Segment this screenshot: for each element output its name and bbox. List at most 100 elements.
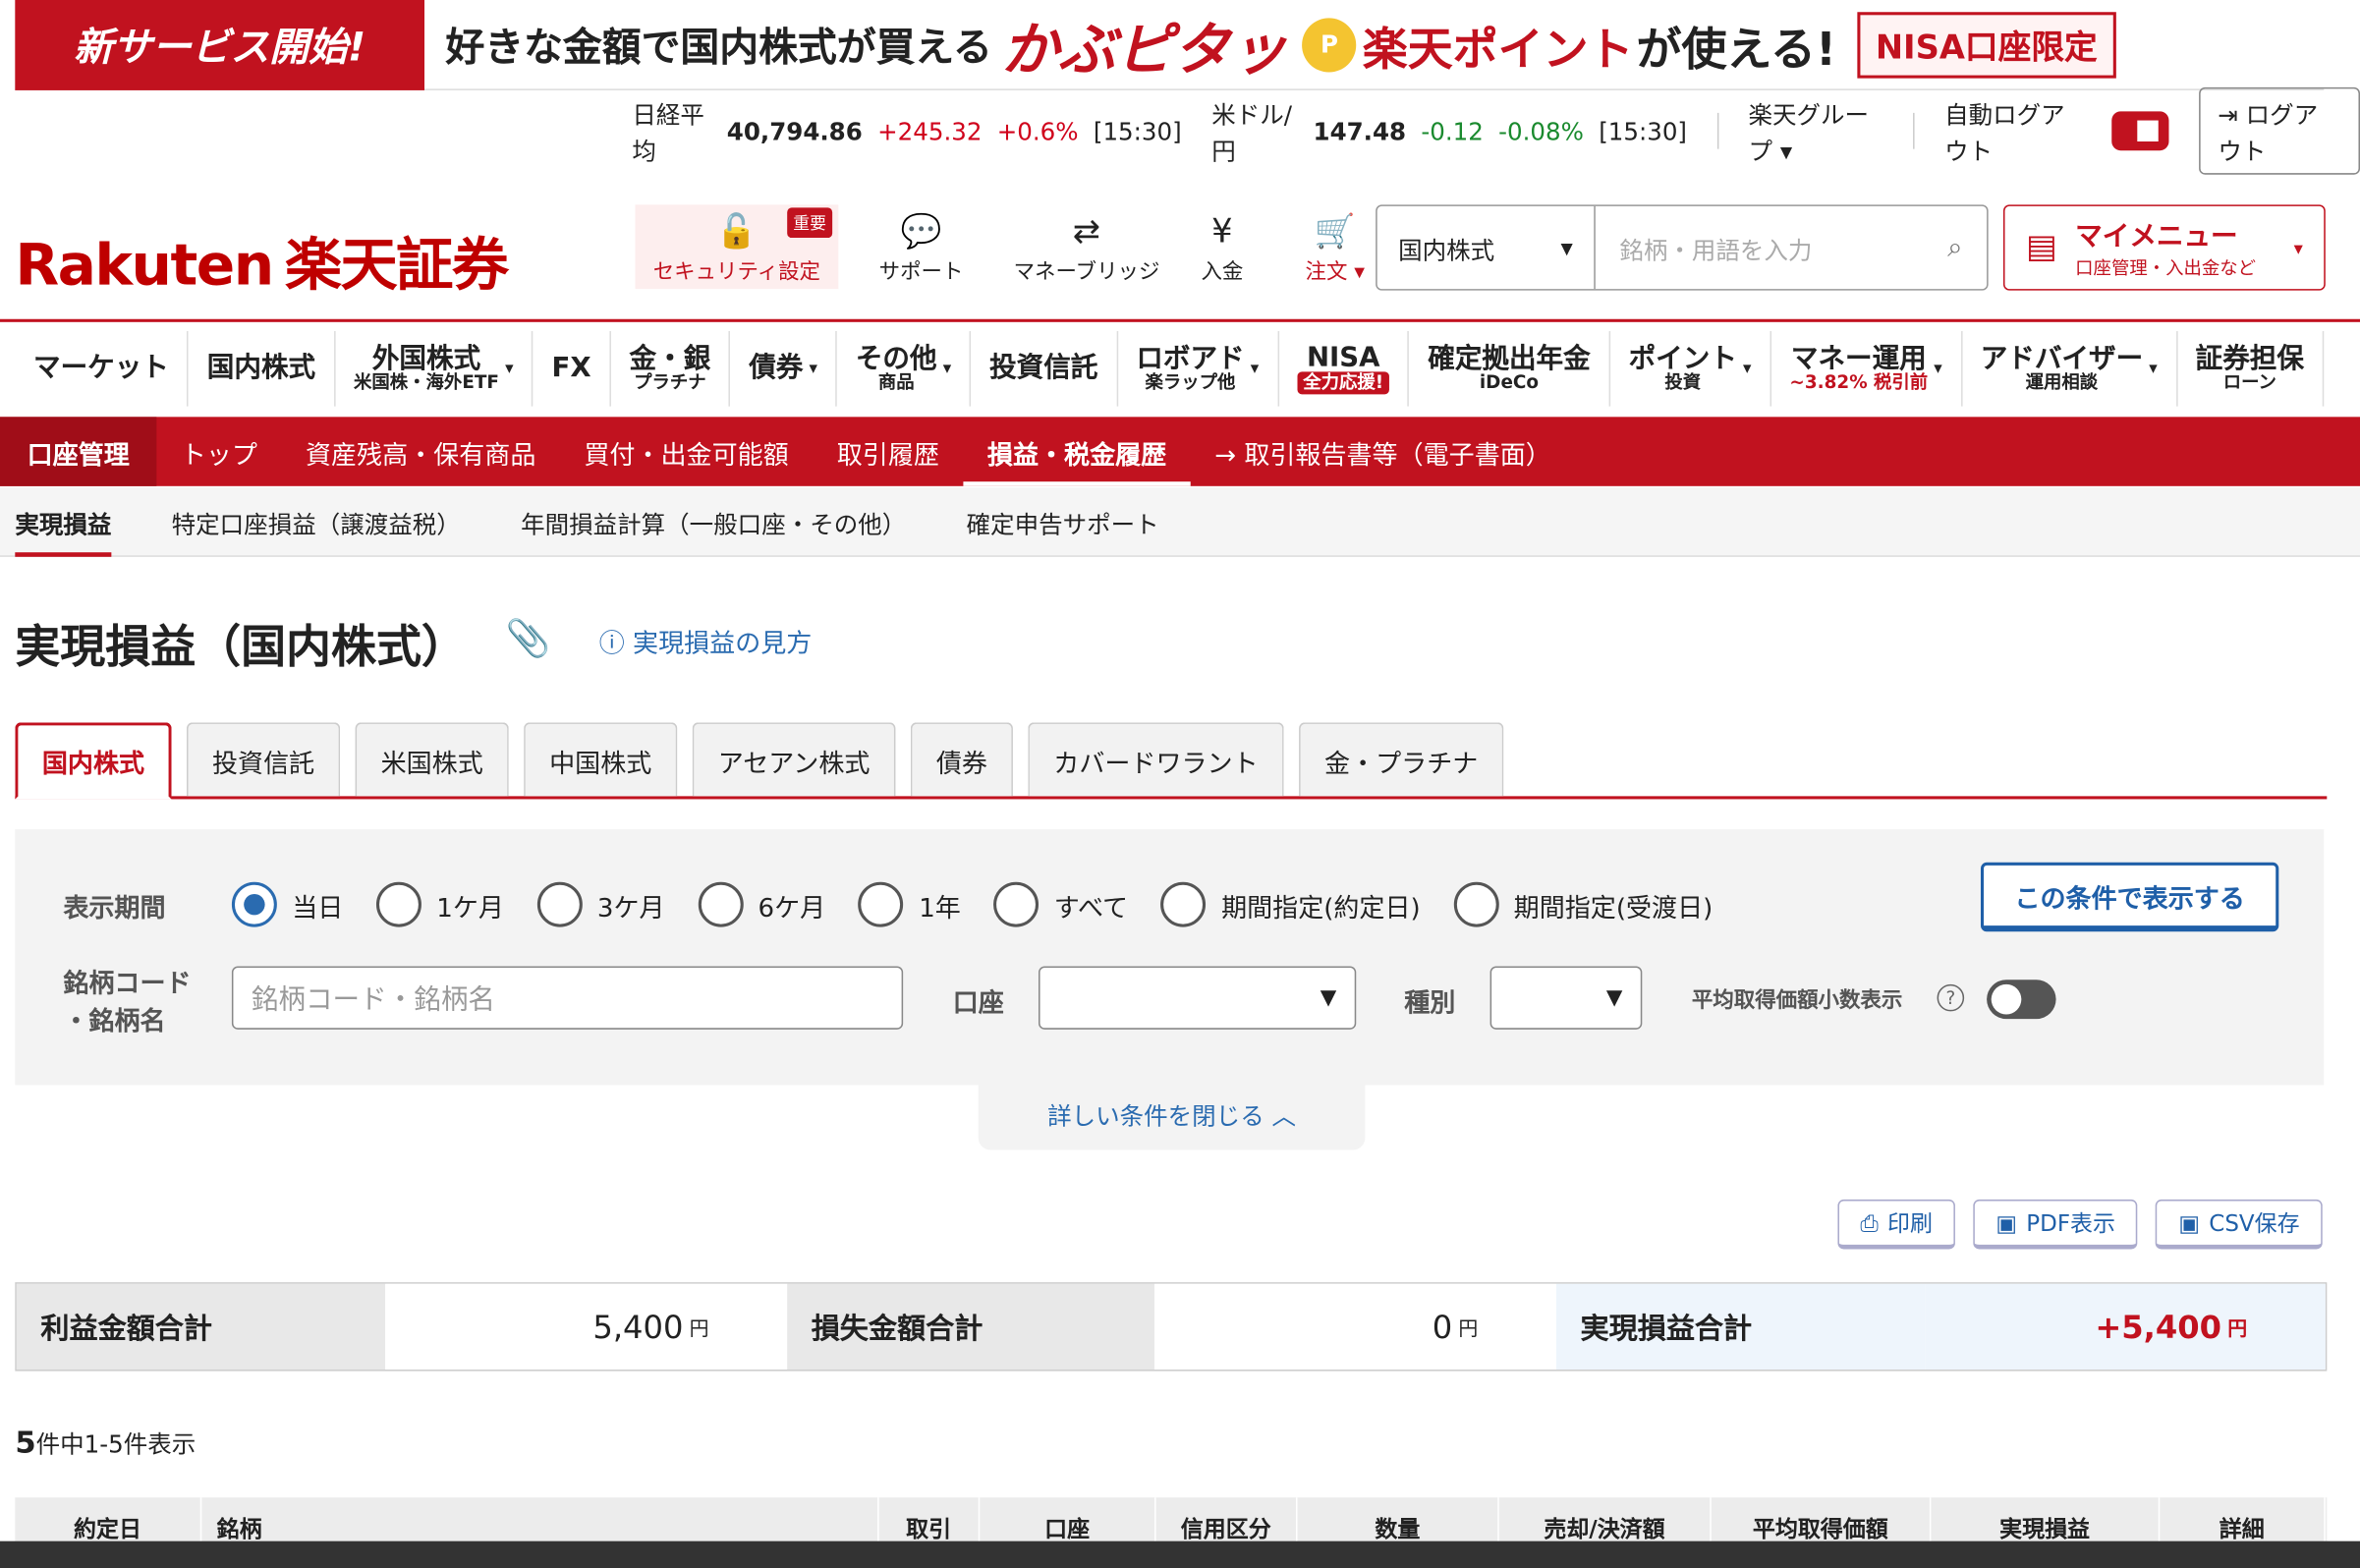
gnav-item-sub: ローン <box>2222 371 2276 394</box>
search-input[interactable]: 銘柄・用語を入力 <box>1596 230 1947 266</box>
gnav-item-sub: iDeCo <box>1479 371 1540 394</box>
important-badge: 重要 <box>787 207 833 239</box>
gnav-item-sub: プラチナ <box>634 371 706 394</box>
gnav-item-label: アドバイザー 運用相談 <box>1980 342 2144 394</box>
printer-icon: ⎙ <box>1860 1208 1879 1237</box>
chevron-down-icon: ▾ <box>1250 358 1260 378</box>
product-tab[interactable]: 米国株式 <box>355 722 509 797</box>
howto-link[interactable]: ⓘ 実現損益の見方 <box>599 622 813 659</box>
help-icon[interactable]: ? <box>1937 983 1965 1012</box>
gnav-item[interactable]: ポイント 投資 ▾ <box>1610 331 1771 407</box>
search-icon[interactable]: ⌕ <box>1947 232 1987 263</box>
security-settings-button[interactable]: 🔓 セキュリティ設定 重要 <box>635 204 839 290</box>
result-count: 5件中1-5件表示 <box>15 1424 197 1460</box>
gnav-item[interactable]: アドバイザー 運用相談 ▾ <box>1962 331 2177 407</box>
period-radio[interactable]: 当日 <box>231 881 343 927</box>
apply-filter-button[interactable]: この条件で表示する <box>1980 862 2279 932</box>
subnav-tab[interactable]: 年間損益計算（一般口座・その他） <box>490 487 935 556</box>
gnav-item[interactable]: 金・銀 プラチナ <box>611 331 731 407</box>
gnav-item-sub: ~3.82% 税引前 <box>1789 371 1929 394</box>
csv-button[interactable]: ▣ CSV保存 <box>2156 1199 2323 1250</box>
money-bridge-button[interactable]: ⇄ マネーブリッジ <box>1004 204 1170 289</box>
product-tab[interactable]: 金・プラチナ <box>1299 722 1504 797</box>
group-menu[interactable]: 楽天グループ ▾ <box>1749 95 1883 168</box>
period-radio[interactable]: 3ケ月 <box>536 881 665 927</box>
product-tab[interactable]: 国内株式 <box>15 722 172 800</box>
product-tabs: 国内株式 投資信託 米国株式 中国株式 アセアン株式 債券 カバードワラント 金・プラチナ <box>15 722 2328 800</box>
radio-circle <box>698 881 744 927</box>
code-label: 銘柄コード ・銘柄名 <box>63 969 192 1037</box>
radio-circle <box>1453 881 1499 927</box>
gnav-item[interactable]: 国内株式 <box>189 331 336 407</box>
code-input[interactable]: 銘柄コード・銘柄名 <box>231 966 904 1030</box>
gnav-item-sub: 全力応援! <box>1297 371 1390 396</box>
print-button[interactable]: ⎙ 印刷 <box>1837 1199 1955 1250</box>
period-radio[interactable]: 1ケ月 <box>375 881 504 927</box>
banner-text: 好きな金額で国内株式が買える <box>445 26 992 71</box>
account-tab[interactable]: 買付・出金可能額 <box>560 417 813 485</box>
profit-value: 5,400 円 <box>385 1283 788 1371</box>
market-ticker: 日経平均 40,794.86 +245.32 +0.6% [15:30] 米ドル… <box>632 86 2360 175</box>
global-nav: マーケット 国内株式 外国株式 米国株・海外ETF ▾ FX 金・銀 プラチナ 債券 ▾ その他 商品… <box>15 331 2325 407</box>
usd-pct: -0.08% <box>1498 116 1584 145</box>
period-radio[interactable]: 期間指定(約定日) <box>1160 881 1421 927</box>
total-label: 実現損益合計 <box>1555 1283 1926 1371</box>
product-tab[interactable]: カバードワラント <box>1028 722 1284 797</box>
gnav-item[interactable]: マネー運用 ~3.82% 税引前 ▾ <box>1771 331 1962 407</box>
account-select[interactable]: ▼ <box>1039 966 1357 1030</box>
gnav-item[interactable]: 投資信託 <box>971 331 1118 407</box>
sub-nav: 実現損益 特定口座損益（譲渡益税） 年間損益計算（一般口座・その他） 確定申告サポート <box>0 487 2360 557</box>
period-radio-group: 当日 1ケ月 3ケ月 6ケ月 1年 すべて 期間指定(約定日) 期間指定(受渡日) <box>231 881 1713 927</box>
gnav-item[interactable]: 債券 ▾ <box>730 331 838 407</box>
clip-icon[interactable]: 📎 <box>506 617 551 659</box>
account-label: 口座 <box>952 988 1004 1020</box>
account-tab[interactable]: 取引履歴 <box>813 417 963 485</box>
gnav-item[interactable]: NISA 全力応援! <box>1278 331 1410 407</box>
deposit-button[interactable]: ¥ 入金 <box>1169 204 1274 289</box>
subnav-tab[interactable]: 確定申告サポート <box>936 487 1189 556</box>
gnav-item[interactable]: マーケット <box>15 331 190 407</box>
period-radio-label: 1年 <box>919 893 961 924</box>
rakuten-logo[interactable]: Rakuten 楽天証券 <box>15 218 509 301</box>
account-tab[interactable]: 資産残高・保有商品 <box>281 417 559 485</box>
period-radio[interactable]: すべて <box>993 881 1129 927</box>
product-tab[interactable]: 投資信託 <box>186 722 341 797</box>
account-tab[interactable]: トップ <box>156 417 281 485</box>
auto-logout-toggle[interactable] <box>2110 111 2168 151</box>
gnav-item-label: 債券 <box>749 352 804 384</box>
search-category-select[interactable]: 国内株式 ▾ <box>1377 205 1596 290</box>
gnav-item[interactable]: 確定拠出年金 iDeCo <box>1410 331 1610 407</box>
pdf-button[interactable]: ▣ PDF表示 <box>1973 1199 2138 1250</box>
account-tab[interactable]: → 取引報告書等（電子書面） <box>1191 417 1576 485</box>
subnav-tab[interactable]: 特定口座損益（譲渡益税） <box>141 487 490 556</box>
period-radio[interactable]: 6ケ月 <box>698 881 825 927</box>
support-icon: 💬 <box>900 213 942 252</box>
window-bottom-bar <box>0 1540 2360 1568</box>
loss-label: 損失金額合計 <box>787 1283 1154 1371</box>
product-tab[interactable]: アセアン株式 <box>692 722 896 797</box>
period-radio[interactable]: 期間指定(受渡日) <box>1453 881 1713 927</box>
gnav-item[interactable]: その他 商品 ▾ <box>837 331 972 407</box>
product-tab[interactable]: 中国株式 <box>524 722 678 797</box>
period-radio-label: 3ケ月 <box>596 893 665 924</box>
filter-panel <box>15 829 2325 1086</box>
gnav-item-label: 確定拠出年金 iDeCo <box>1428 342 1591 394</box>
period-radio-label: すべて <box>1053 893 1129 924</box>
period-radio[interactable]: 1年 <box>858 881 961 927</box>
collapse-filter-button[interactable]: 詳しい条件を閉じる ︿ <box>978 1077 1366 1150</box>
promo-banner[interactable]: 新サービス開始! 好きな金額で国内株式が買える かぶピタッ P 楽天ポイント が… <box>15 0 2325 90</box>
my-menu-button[interactable]: ▤ マイメニュー 口座管理・入出金など ▾ <box>2002 204 2326 291</box>
avg-decimal-toggle[interactable] <box>1987 980 2056 1020</box>
subnav-tab[interactable]: 実現損益 <box>0 487 141 557</box>
type-select[interactable]: ▼ <box>1489 966 1643 1030</box>
gnav-item[interactable]: 証券担保 ローン <box>2177 331 2325 407</box>
gnav-item[interactable]: FX <box>534 331 611 407</box>
gnav-item[interactable]: ロボアド 楽ラップ他 ▾ <box>1118 331 1279 407</box>
gnav-item[interactable]: 外国株式 米国株・海外ETF ▾ <box>335 331 534 407</box>
summary-row: 利益金額合計 5,400 円 損失金額合計 0円 実現損益合計 +5,400 円 <box>15 1282 2328 1372</box>
account-tab[interactable]: 損益・税金履歴 <box>963 417 1191 486</box>
support-button[interactable]: 💬 サポート <box>838 204 1004 289</box>
logout-button[interactable]: ⇥ ログアウト <box>2198 86 2360 175</box>
divider <box>1716 112 1718 149</box>
product-tab[interactable]: 債券 <box>910 722 1013 797</box>
